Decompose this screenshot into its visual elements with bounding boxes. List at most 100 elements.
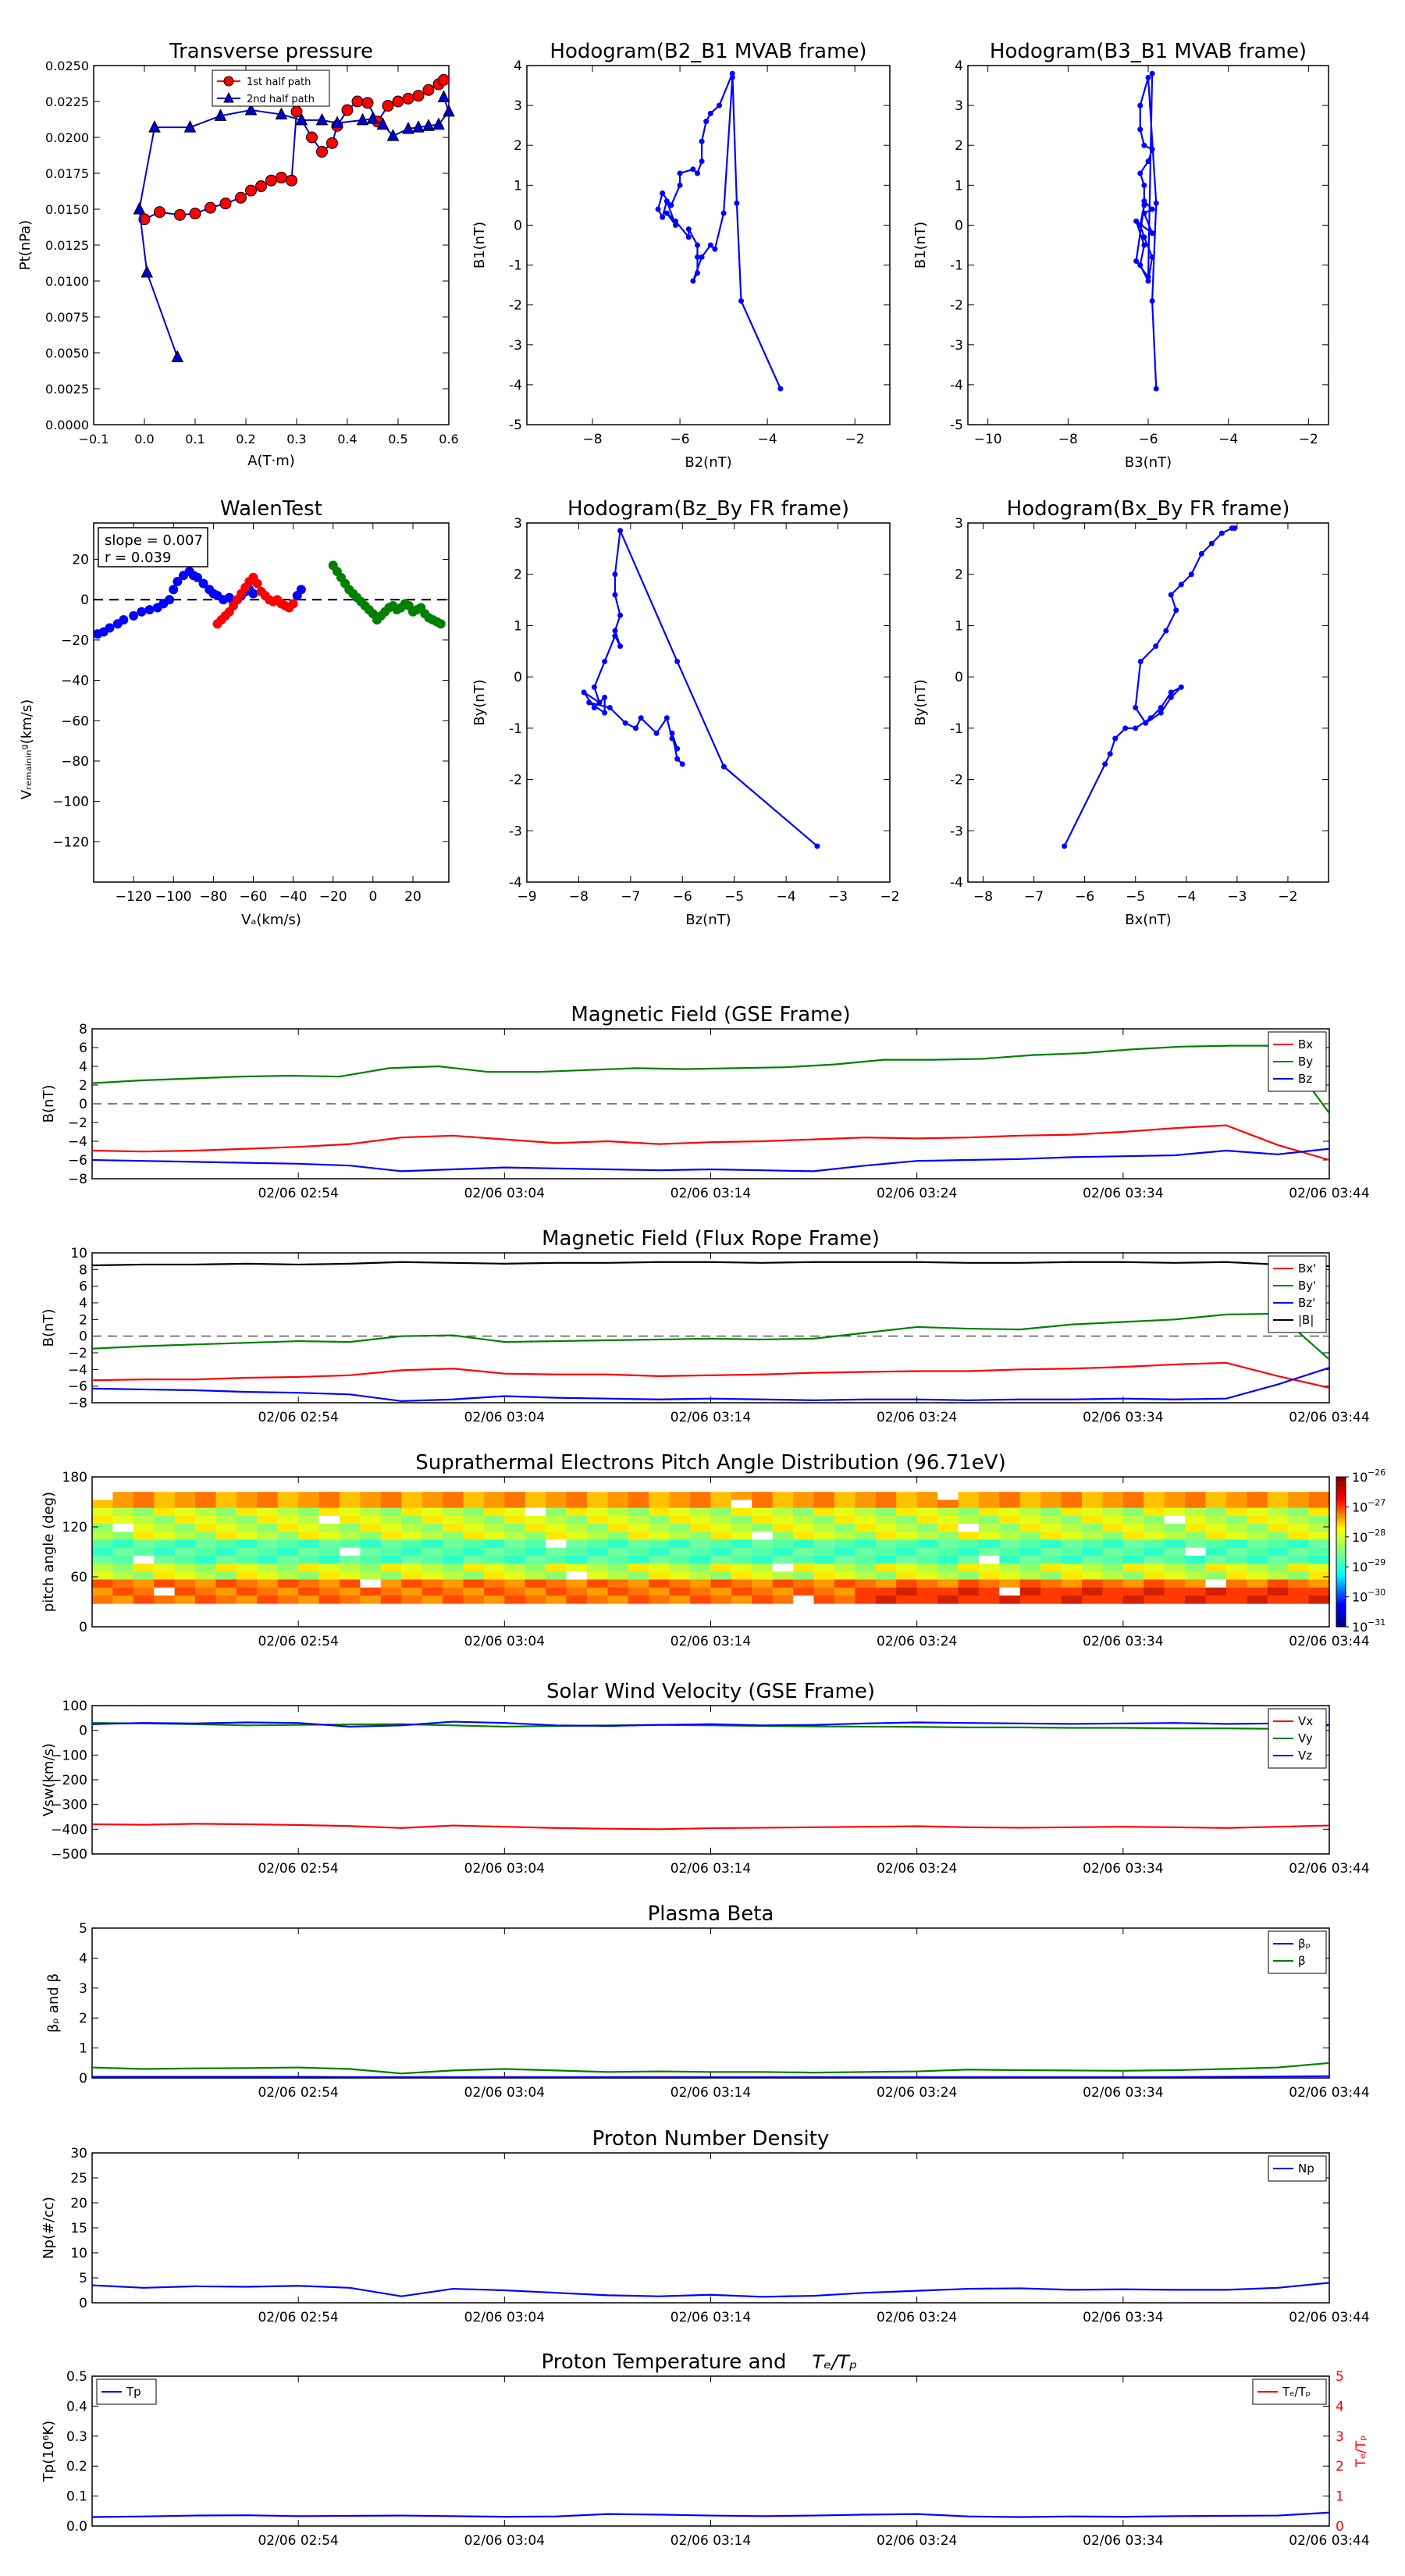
pad-cell [401,1579,423,1589]
pad-cell [1040,1547,1062,1557]
hodo-bzby-point [602,710,608,716]
pad-cell [937,1555,959,1564]
pad-cell [1102,1507,1124,1517]
pad-cell [236,1500,258,1509]
pad-cell [443,1500,464,1509]
pad-cell [1144,1579,1165,1589]
pad-cell [587,1547,608,1557]
tp-point-1st [351,95,364,108]
pad-cell [566,1539,588,1549]
pad-cell [999,1595,1021,1604]
pad-cell [298,1579,320,1589]
walen-point [169,585,179,595]
mag-fr-legend-label: By' [1298,1279,1316,1293]
pad-cell [1288,1579,1310,1589]
hodo-b2b1-ytick-label: 4 [514,59,522,74]
pad-cell [1061,1515,1083,1525]
pad-cell [1288,1532,1310,1540]
pad-cell [752,1555,774,1564]
pad-xtick-label: 02/06 03:04 [464,1634,545,1649]
hodo-b2b1-point [690,278,696,284]
pad-cell [298,1571,320,1581]
mag-gse-ytick-label: −4 [68,1134,87,1150]
hodo-bzby-point [622,720,628,726]
temp-title: Proton Temperature and [542,2350,787,2374]
pad-cell [380,1595,402,1604]
velocity-line-Vx [91,1823,1330,1831]
pad-cell [793,1555,815,1564]
pad-cell [298,1555,320,1564]
pad-cell [1122,1507,1144,1517]
hodo-bxby-point [1153,643,1159,649]
mag-fr-xtick-label: 02/06 03:34 [1083,1410,1163,1425]
pad-cell [731,1539,752,1549]
pad-cell [112,1579,134,1589]
hodo-b3b1-xtick-label: −2 [1299,432,1318,447]
pad-cell [1225,1515,1247,1525]
tp-point-1st [286,174,297,187]
pad-cell [690,1539,711,1549]
pad-cell [463,1595,485,1604]
pad-cell [277,1571,299,1581]
pad-cell [855,1532,877,1540]
pad-cell [236,1547,258,1557]
hodo-bzby-ylabel: By(nT) [471,679,488,725]
pad-cell [1288,1492,1310,1500]
hodo-b3b1-point [1153,200,1159,206]
pad-cell [525,1564,546,1572]
pad-cell [649,1571,670,1581]
pad-cell [669,1564,691,1572]
pad-cell [1164,1507,1186,1517]
pad-cell [1225,1507,1247,1517]
pad-cell [401,1524,423,1532]
pad-cell [525,1492,546,1500]
hodo-b2b1-point [734,200,740,206]
pad-cell [1205,1595,1227,1604]
pad-cell [546,1492,567,1500]
pad-cell [1288,1515,1310,1525]
pad-cell [999,1571,1021,1581]
pad-cell [463,1515,485,1525]
walen-ytick-label: −40 [61,674,89,689]
pad-cell [422,1587,443,1596]
pad-cell [1185,1587,1206,1596]
pad-cell [1185,1500,1206,1509]
mag-gse-line-By [91,1044,1330,1114]
pad-cell [999,1492,1021,1500]
temp-xtick-label: 02/06 03:14 [670,2533,751,2549]
hodo-b2b1-point [660,214,666,220]
pad-cell [525,1587,546,1596]
pad-cell [607,1547,629,1557]
pad-cell [154,1532,176,1540]
pad-cell [1019,1515,1041,1525]
pad-cell [710,1571,732,1581]
pad-cell [875,1547,897,1557]
temp-right-tick-label: 5 [1336,2369,1344,2385]
pad-cell [710,1547,732,1557]
pad-cell [380,1571,402,1581]
hodo-bxby-point [1178,582,1184,588]
pad-cell [1288,1571,1310,1581]
pad-cell [978,1555,1000,1564]
pad-cell [710,1579,732,1589]
pad-colorbar [1336,1476,1346,1628]
mag-gse-line-Bz [91,1147,1330,1172]
pad-cell [422,1579,443,1589]
pad-cell [1144,1564,1165,1572]
tp-xtick-label: 0.2 [236,432,255,447]
pad-cell [463,1587,485,1596]
hodo-b2b1-ytick-label: -5 [509,418,522,433]
pad-cell [257,1571,279,1581]
hodo-bxby-point [1188,571,1194,578]
pad-cell [896,1555,918,1564]
hodo-b3b1-xtick-label: −6 [1138,432,1158,447]
pad-cell [875,1564,897,1572]
pad-cell [1144,1539,1165,1549]
pad-cell [1185,1555,1206,1564]
pad-colorbar-label: 10 [1352,1530,1368,1545]
hodo-b3b1-point [1149,70,1155,76]
pad-cell [649,1555,670,1564]
hodo-b2b1-point [694,242,700,248]
pad-cell [504,1507,526,1517]
pad-cell [546,1524,567,1532]
